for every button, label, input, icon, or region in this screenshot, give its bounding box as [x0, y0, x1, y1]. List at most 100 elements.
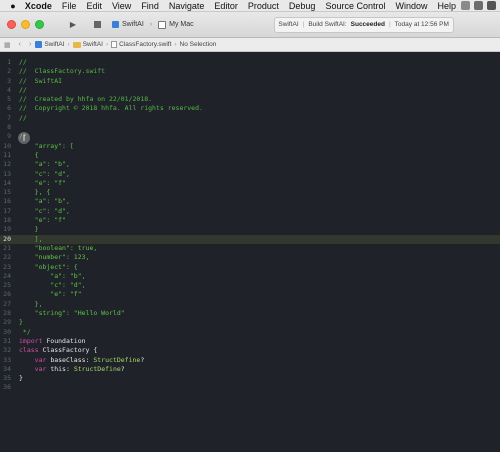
menu-xcode[interactable]: Xcode — [20, 0, 57, 12]
code-line[interactable]: 8 — [0, 123, 500, 132]
code-token: StructDefine — [73, 364, 121, 373]
code-line[interactable]: 35} — [0, 374, 500, 383]
status-time: Today at 12:56 PM — [394, 21, 449, 28]
line-text: ], — [16, 235, 43, 244]
code-line[interactable]: 30 */ — [0, 328, 500, 337]
line-text: "e": "f" — [16, 216, 66, 225]
code-line[interactable]: 23 "object": { — [0, 263, 500, 272]
code-token: "e": "f" — [19, 178, 66, 187]
code-line[interactable]: 17 "c": "d", — [0, 207, 500, 216]
code-line[interactable]: 28 "string": "Hello World" — [0, 309, 500, 318]
code-token: { — [19, 150, 39, 159]
code-token: "c": "d", — [19, 281, 86, 290]
scheme-icon — [112, 21, 119, 28]
menu-product[interactable]: Product — [243, 0, 284, 12]
swift-file-icon — [111, 41, 118, 48]
code-line[interactable]: 6 // Copyright © 2018 hhfa. All rights re… — [0, 104, 500, 113]
breadcrumb-folder[interactable]: SwiftAI — [72, 41, 103, 48]
code-line[interactable]: 12 "a": "b", — [0, 160, 500, 169]
jump-bar: ▦ ‹ › SwiftAI › SwiftAI › ClassFactory.s… — [0, 38, 500, 52]
code-line[interactable]: 19 } — [0, 225, 500, 234]
code-line[interactable]: 7 // — [0, 114, 500, 123]
line-text: var this: StructDefine? — [16, 365, 125, 374]
line-text: "a": "b", — [16, 160, 70, 169]
code-line[interactable]: 29} — [0, 318, 500, 327]
line-text: "a": "b", — [16, 197, 70, 206]
status-app-icon[interactable] — [487, 1, 496, 10]
close-window-button[interactable] — [7, 20, 16, 29]
code-line[interactable]: 32 class ClassFactory { — [0, 346, 500, 355]
menu-find[interactable]: Find — [136, 0, 164, 12]
code-line[interactable]: 24 "a": "b", — [0, 272, 500, 281]
code-line[interactable]: 22 "number": 123, — [0, 253, 500, 262]
run-button[interactable]: ▶ — [66, 19, 80, 31]
forward-icon[interactable]: › — [25, 41, 35, 48]
line-number: 10 — [3, 141, 11, 150]
line-number: 6 — [7, 104, 11, 113]
breadcrumb-file[interactable]: ClassFactory.swift — [111, 41, 171, 48]
code-line[interactable]: 2 // ClassFactory.swift — [0, 67, 500, 76]
source-editor[interactable]: 1//2// ClassFactory.swift 3// SwiftAI 4//5… — [0, 52, 500, 452]
line-text: } — [16, 318, 23, 327]
code-token: class — [19, 346, 39, 355]
code-token: import — [19, 336, 43, 345]
line-number: 33 — [3, 355, 11, 364]
zoom-window-button[interactable] — [35, 20, 44, 29]
mac-destination-icon — [158, 20, 167, 29]
menu-source-control[interactable]: Source Control — [320, 0, 390, 12]
status-app-icon[interactable] — [474, 1, 483, 10]
code-line[interactable]: 31 import Foundation — [0, 337, 500, 346]
code-line[interactable]: 26 "e": "f" — [0, 290, 500, 299]
menu-items: Xcode File Edit View Find Navigate Editor Produ… — [20, 0, 461, 12]
code-line[interactable]: 13 "c": "d", — [0, 170, 500, 179]
breadcrumb-project[interactable]: SwiftAI — [35, 41, 65, 48]
code-line[interactable]: 33 var baseClass: StructDefine? — [0, 356, 500, 365]
code-line[interactable]: 14 "e": "f" — [0, 179, 500, 188]
code-line[interactable]: 10 "array": [ — [0, 142, 500, 151]
code-line[interactable]: 15 }, { — [0, 188, 500, 197]
code-line[interactable]: 27 }, — [0, 300, 500, 309]
code-token: "c": "d", — [19, 206, 70, 215]
line-text: } — [16, 374, 23, 383]
code-line[interactable]: 11 { — [0, 151, 500, 160]
code-line[interactable]: 36 — [0, 383, 500, 392]
code-line[interactable]: 4 // — [0, 86, 500, 95]
menu-file[interactable]: File — [57, 0, 82, 12]
code-line[interactable]: 9/* — [0, 132, 500, 141]
line-number: 9 — [7, 132, 11, 141]
minimize-window-button[interactable] — [21, 20, 30, 29]
code-line[interactable]: 21 "boolean": true, — [0, 244, 500, 253]
code-line[interactable]: 20 ], — [0, 234, 500, 244]
line-text: // Copyright © 2018 hhfa. All rights res… — [16, 104, 203, 113]
code-area[interactable]: 1//2// ClassFactory.swift 3// SwiftAI 4//5… — [0, 58, 500, 393]
line-text: } — [16, 225, 39, 234]
menu-help[interactable]: Help — [432, 0, 461, 12]
menu-view[interactable]: View — [107, 0, 136, 12]
menu-window[interactable]: Window — [390, 0, 432, 12]
code-token: "c": "d", — [19, 169, 70, 178]
code-line[interactable]: 16 "a": "b", — [0, 197, 500, 206]
scheme-selector[interactable]: SwiftAI › My Mac — [112, 20, 194, 29]
code-line[interactable]: 1 // — [0, 58, 500, 67]
code-line[interactable]: 18 "e": "f" — [0, 216, 500, 225]
apple-menu-icon[interactable]: ● — [6, 1, 20, 11]
breadcrumb-symbol[interactable]: No Selection — [180, 41, 217, 48]
menu-edit[interactable]: Edit — [81, 0, 107, 12]
line-text: "c": "d", — [16, 281, 86, 290]
status-app-icon[interactable] — [461, 1, 470, 10]
code-line[interactable]: 5 // Created by hhfa on 22/01/2018. — [0, 95, 500, 104]
menu-editor[interactable]: Editor — [209, 0, 243, 12]
code-line[interactable]: 3 // SwiftAI — [0, 77, 500, 86]
stop-button[interactable] — [90, 19, 104, 31]
menu-debug[interactable]: Debug — [284, 0, 321, 12]
code-line[interactable]: 34 var this: StructDefine? — [0, 365, 500, 374]
code-line[interactable]: 25 "c": "d", — [0, 281, 500, 290]
line-text: // — [16, 86, 27, 95]
code-token: } — [19, 318, 23, 327]
back-icon[interactable]: ‹ — [15, 41, 25, 48]
related-items-icon[interactable]: ▦ — [0, 41, 15, 49]
menu-navigate[interactable]: Navigate — [164, 0, 210, 12]
code-token: "object": { — [19, 262, 78, 271]
line-number: 23 — [3, 262, 11, 271]
